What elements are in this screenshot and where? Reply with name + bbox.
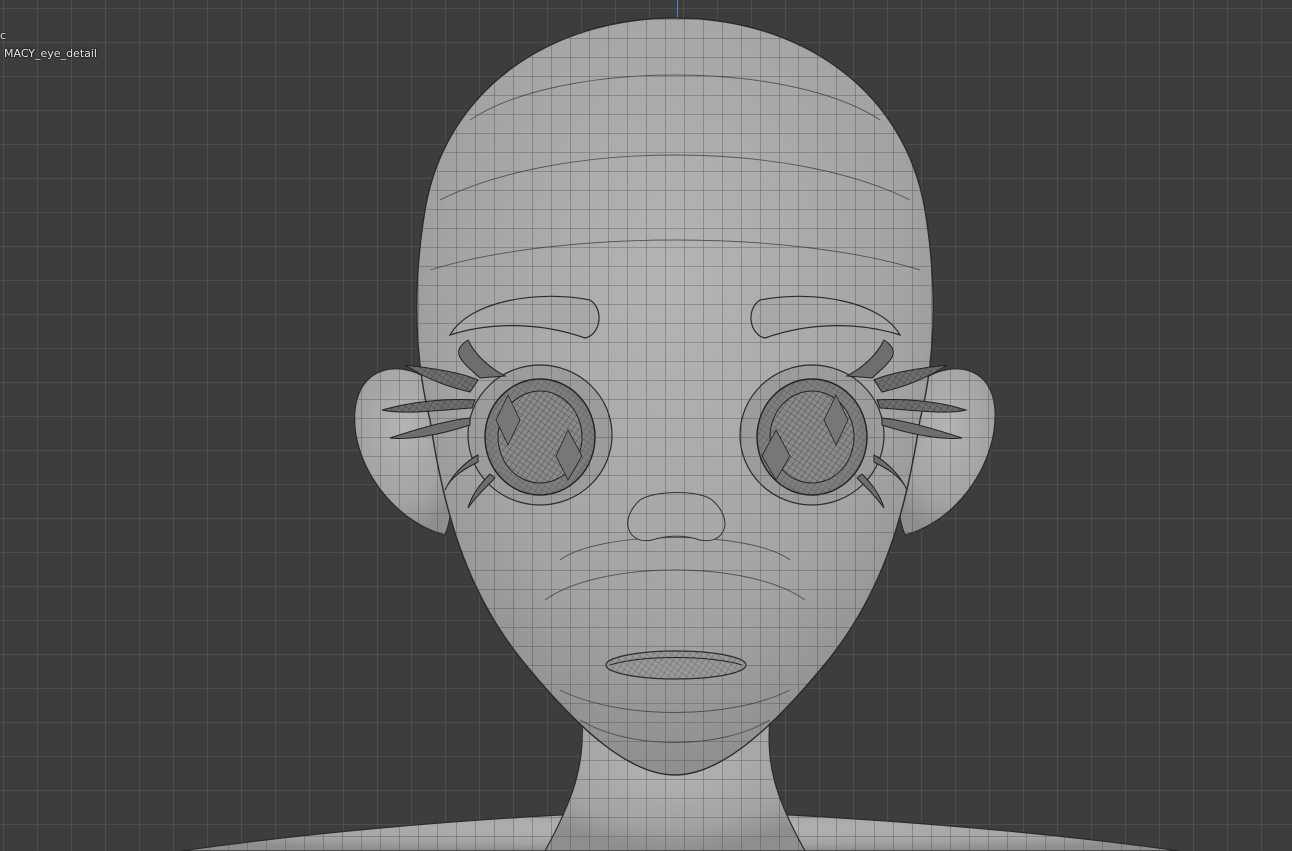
right-eye [756, 378, 868, 496]
active-object-name: MACY_eye_detail [4, 47, 97, 60]
viewport-view-label: c [0, 29, 7, 42]
head-mesh-model[interactable] [0, 0, 1292, 851]
left-eye [484, 378, 596, 496]
3d-viewport[interactable]: c MACY_eye_detail [0, 0, 1292, 851]
